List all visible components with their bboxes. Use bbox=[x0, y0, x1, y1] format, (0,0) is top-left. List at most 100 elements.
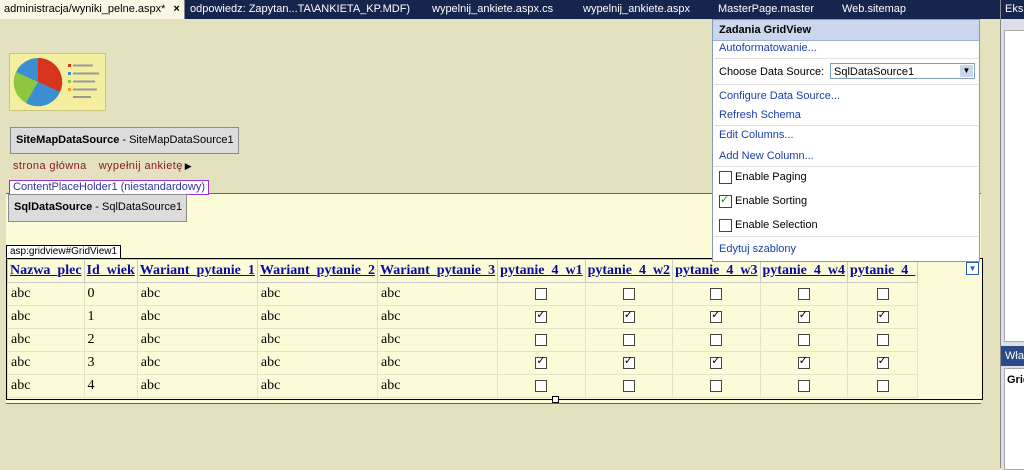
checkbox-cell bbox=[759, 282, 848, 306]
gridview-control[interactable]: Nazwa_plec Id_wiek Wariant_pytanie_1 War… bbox=[6, 258, 983, 400]
sql-datasource-control[interactable]: SqlDataSource - SqlDataSource1 bbox=[8, 194, 187, 222]
configure-datasource-link[interactable]: Configure Data Source... bbox=[719, 90, 840, 102]
row-checkbox[interactable] bbox=[622, 287, 635, 300]
add-new-column-link[interactable]: Add New Column... bbox=[719, 150, 814, 162]
table-cell[interactable]: abc bbox=[256, 351, 379, 375]
col-header-pytanie-4-w3[interactable]: pytanie_4_w3 bbox=[672, 259, 761, 283]
enable-selection-label[interactable]: Enable Selection bbox=[735, 219, 818, 231]
row-checkbox[interactable] bbox=[797, 354, 810, 369]
refresh-schema-link[interactable]: Refresh Schema bbox=[719, 109, 801, 121]
table-cell[interactable]: abc bbox=[7, 305, 85, 329]
col-header-pytanie-4-w1[interactable]: pytanie_4_w1 bbox=[497, 259, 586, 283]
col-header-nazwa-plec[interactable]: Nazwa_plec bbox=[7, 259, 85, 283]
row-checkbox[interactable] bbox=[710, 308, 723, 323]
row-checkbox[interactable] bbox=[876, 379, 889, 392]
row-checkbox[interactable] bbox=[797, 308, 810, 323]
row-checkbox[interactable] bbox=[622, 354, 635, 369]
enable-sorting-checkbox[interactable] bbox=[719, 193, 732, 208]
table-cell[interactable]: abc bbox=[256, 282, 379, 306]
control-type: SqlDataSource bbox=[14, 201, 93, 213]
row-checkbox[interactable] bbox=[535, 287, 548, 300]
col-header-wariant-2[interactable]: Wariant_pytanie_2 bbox=[256, 259, 379, 283]
row-checkbox[interactable] bbox=[710, 333, 723, 346]
tasks-panel-title: Zadania GridView bbox=[713, 20, 979, 41]
autoformat-link[interactable]: Autoformatowanie... bbox=[719, 42, 817, 54]
row-checkbox[interactable] bbox=[710, 354, 723, 369]
row-checkbox[interactable] bbox=[876, 287, 889, 300]
col-header-wariant-3[interactable]: Wariant_pytanie_3 bbox=[377, 259, 499, 283]
enable-sorting-label[interactable]: Enable Sorting bbox=[735, 195, 807, 207]
properties-object-label: Grid bbox=[1007, 374, 1024, 386]
close-icon[interactable]: × bbox=[173, 0, 179, 19]
table-cell[interactable]: 3 bbox=[83, 351, 138, 375]
solution-explorer-panel[interactable] bbox=[1004, 30, 1024, 342]
gridview-label[interactable]: asp:gridview#GridView1 bbox=[6, 245, 122, 259]
solution-explorer-header[interactable]: Eksp bbox=[1001, 0, 1024, 19]
table-cell[interactable]: abc bbox=[377, 328, 499, 352]
tab-wyniki-pelne[interactable]: administracja/wyniki_pelne.aspx* × bbox=[0, 0, 185, 19]
table-cell[interactable]: abc bbox=[136, 282, 258, 306]
sitemap-datasource-control[interactable]: SiteMapDataSource - SiteMapDataSource1 bbox=[10, 127, 239, 154]
table-cell[interactable]: abc bbox=[136, 328, 258, 352]
row-checkbox[interactable] bbox=[797, 287, 810, 300]
breadcrumb-home[interactable]: strona główna bbox=[13, 160, 87, 172]
enable-selection-checkbox[interactable] bbox=[719, 219, 732, 232]
row-checkbox[interactable] bbox=[535, 333, 548, 346]
smart-tag-icon[interactable]: ▼ bbox=[966, 262, 979, 275]
properties-header[interactable]: Właś bbox=[1001, 346, 1024, 366]
row-checkbox[interactable] bbox=[876, 333, 889, 346]
table-cell[interactable]: 1 bbox=[83, 305, 138, 329]
tab-wypelnij-cs[interactable]: wypelnij_ankiete.aspx.cs bbox=[428, 0, 557, 19]
col-header-wariant-1[interactable]: Wariant_pytanie_1 bbox=[136, 259, 258, 283]
row-checkbox[interactable] bbox=[535, 379, 548, 392]
enable-paging-checkbox[interactable] bbox=[719, 171, 732, 184]
row-checkbox[interactable] bbox=[797, 333, 810, 346]
row-checkbox[interactable] bbox=[535, 308, 548, 323]
table-cell[interactable]: abc bbox=[7, 374, 85, 398]
tab-query-result[interactable]: odpowiedz: Zapytan...TA\ANKIETA_KP.MDF) bbox=[186, 0, 414, 19]
content-placeholder-label[interactable]: ContentPlaceHolder1 (niestandardowy) bbox=[9, 180, 209, 195]
table-cell[interactable]: abc bbox=[377, 282, 499, 306]
row-checkbox[interactable] bbox=[710, 379, 723, 392]
resize-handle[interactable] bbox=[552, 396, 559, 403]
table-cell[interactable]: abc bbox=[136, 374, 258, 398]
tab-web-sitemap[interactable]: Web.sitemap bbox=[838, 0, 910, 19]
table-cell[interactable]: abc bbox=[377, 305, 499, 329]
table-cell[interactable]: abc bbox=[136, 305, 258, 329]
table-cell[interactable]: abc bbox=[256, 305, 379, 329]
edit-columns-link[interactable]: Edit Columns... bbox=[719, 129, 794, 141]
table-cell[interactable]: 2 bbox=[83, 328, 138, 352]
row-checkbox[interactable] bbox=[876, 354, 889, 369]
table-cell[interactable]: abc bbox=[377, 351, 499, 375]
table-cell[interactable]: abc bbox=[256, 328, 379, 352]
row-checkbox[interactable] bbox=[622, 333, 635, 346]
row-checkbox[interactable] bbox=[622, 379, 635, 392]
table-cell[interactable]: abc bbox=[256, 374, 379, 398]
table-cell[interactable]: abc bbox=[7, 282, 85, 306]
edit-templates-link[interactable]: Edytuj szablony bbox=[719, 243, 796, 255]
row-checkbox[interactable] bbox=[535, 354, 548, 369]
choose-datasource-select[interactable]: SqlDataSource1 ▼ bbox=[830, 63, 975, 79]
table-cell[interactable]: abc bbox=[377, 374, 499, 398]
table-cell[interactable]: abc bbox=[7, 351, 85, 375]
table-cell[interactable]: 0 bbox=[83, 282, 138, 306]
tab-masterpage[interactable]: MasterPage.master bbox=[714, 0, 818, 19]
tab-label: administracja/wyniki_pelne.aspx* bbox=[4, 3, 166, 15]
row-checkbox[interactable] bbox=[876, 308, 889, 323]
row-checkbox[interactable] bbox=[622, 308, 635, 323]
table-cell[interactable]: abc bbox=[7, 328, 85, 352]
table-cell[interactable]: abc bbox=[136, 351, 258, 375]
col-header-id-wiek[interactable]: Id_wiek bbox=[83, 259, 138, 283]
header-row: Nazwa_plec Id_wiek Wariant_pytanie_1 War… bbox=[7, 259, 919, 283]
col-header-pytanie-4-w2[interactable]: pytanie_4_w2 bbox=[584, 259, 674, 283]
divider bbox=[714, 58, 978, 59]
col-header-pytanie-4-w4[interactable]: pytanie_4_w4 bbox=[759, 259, 848, 283]
enable-paging-label[interactable]: Enable Paging bbox=[735, 171, 807, 183]
gridview-table: Nazwa_plec Id_wiek Wariant_pytanie_1 War… bbox=[7, 259, 919, 398]
row-checkbox[interactable] bbox=[797, 379, 810, 392]
tab-wypelnij-aspx[interactable]: wypelnij_ankiete.aspx bbox=[579, 0, 694, 19]
col-header-pytanie-4-w5[interactable]: pytanie_4_ bbox=[846, 259, 919, 283]
breadcrumb-current[interactable]: wypełnij ankietę bbox=[99, 160, 183, 172]
table-cell[interactable]: 4 bbox=[83, 374, 138, 398]
row-checkbox[interactable] bbox=[710, 287, 723, 300]
